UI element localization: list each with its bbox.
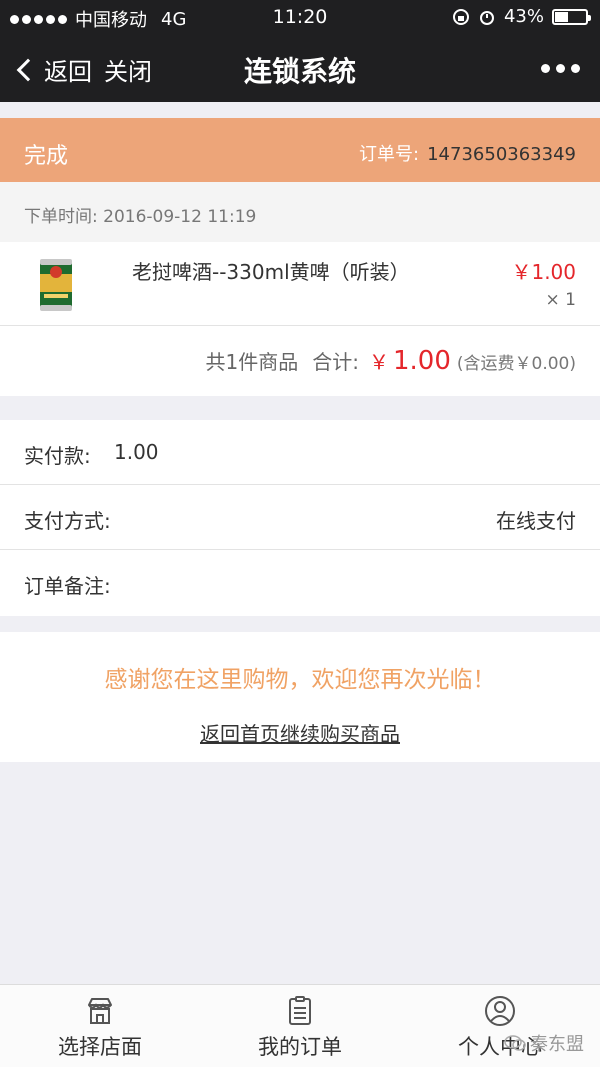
total-amount: 1.00 xyxy=(392,346,451,376)
paid-value: 1.00 xyxy=(114,440,159,464)
order-time-row: 下单时间: 2016-09-12 11:19 xyxy=(0,182,600,242)
wechat-icon xyxy=(504,1035,526,1051)
payment-method-value: 在线支付 xyxy=(496,509,576,533)
paid-amount-row: 实付款: 1.00 xyxy=(0,420,600,485)
paid-label: 实付款: xyxy=(24,444,91,468)
alarm-icon xyxy=(479,10,494,25)
navigation-bar: 返回 关闭 连锁系统 xyxy=(0,34,600,102)
shipping-note: (含运费￥0.00) xyxy=(456,354,576,374)
payment-info: 实付款: 1.00 支付方式: 在线支付 订单备注: xyxy=(0,420,600,616)
tab-select-store[interactable]: 选择店面 xyxy=(0,985,200,1067)
back-to-home-link[interactable]: 返回首页继续购买商品 xyxy=(200,722,400,746)
payment-method-label: 支付方式: xyxy=(24,509,111,533)
item-price: ￥1.00 xyxy=(511,260,576,284)
order-number-value: 1473650363349 xyxy=(427,144,576,165)
thanks-message: 感谢您在这里购物，欢迎您再次光临！ xyxy=(104,667,496,693)
order-item[interactable]: 老挝啤酒--330ml黄啤（听装） ￥1.00 × 1 xyxy=(0,242,600,326)
order-note-label: 订单备注: xyxy=(24,574,111,598)
order-number: 订单号: 1473650363349 xyxy=(359,140,576,166)
status-bar: 中国移动 4G 11:20 43% xyxy=(0,0,600,34)
beer-can-image xyxy=(40,259,72,311)
total-label: 合计: xyxy=(312,350,359,374)
order-note-row: 订单备注: xyxy=(0,550,600,615)
item-count: 共1件商品 xyxy=(205,350,299,374)
store-icon xyxy=(88,998,112,1024)
tab-my-orders[interactable]: 我的订单 xyxy=(200,985,400,1067)
watermark-text: 秦东盟 xyxy=(530,1034,584,1055)
page-title: 连锁系统 xyxy=(243,55,356,88)
item-quantity: × 1 xyxy=(545,290,576,310)
order-list-icon xyxy=(289,996,311,1025)
payment-method-row: 支付方式: 在线支付 xyxy=(0,485,600,550)
more-dots-icon[interactable] xyxy=(541,64,580,73)
user-icon xyxy=(485,996,515,1026)
order-status: 完成 xyxy=(24,144,69,169)
item-name: 老挝啤酒--330ml黄啤（听装） xyxy=(132,260,410,284)
thanks-section: 感谢您在这里购物，欢迎您再次光临！ 返回首页继续购买商品 xyxy=(0,632,600,762)
tab-label: 我的订单 xyxy=(258,1035,342,1059)
rotation-lock-icon xyxy=(452,8,469,25)
battery-icon xyxy=(552,8,591,25)
order-summary: 共1件商品 合计: ￥ 1.00 (含运费￥0.00) xyxy=(0,326,600,396)
order-time-label: 下单时间: xyxy=(24,207,98,227)
order-status-header: 完成 订单号: 1473650363349 xyxy=(0,118,600,182)
tab-label: 选择店面 xyxy=(58,1035,142,1059)
order-time-value: 2016-09-12 11:19 xyxy=(103,207,257,227)
currency-symbol: ￥ xyxy=(368,350,389,374)
battery-percent: 43% xyxy=(503,6,544,27)
order-number-label: 订单号: xyxy=(359,144,420,165)
watermark: 秦东盟 xyxy=(504,1030,584,1056)
